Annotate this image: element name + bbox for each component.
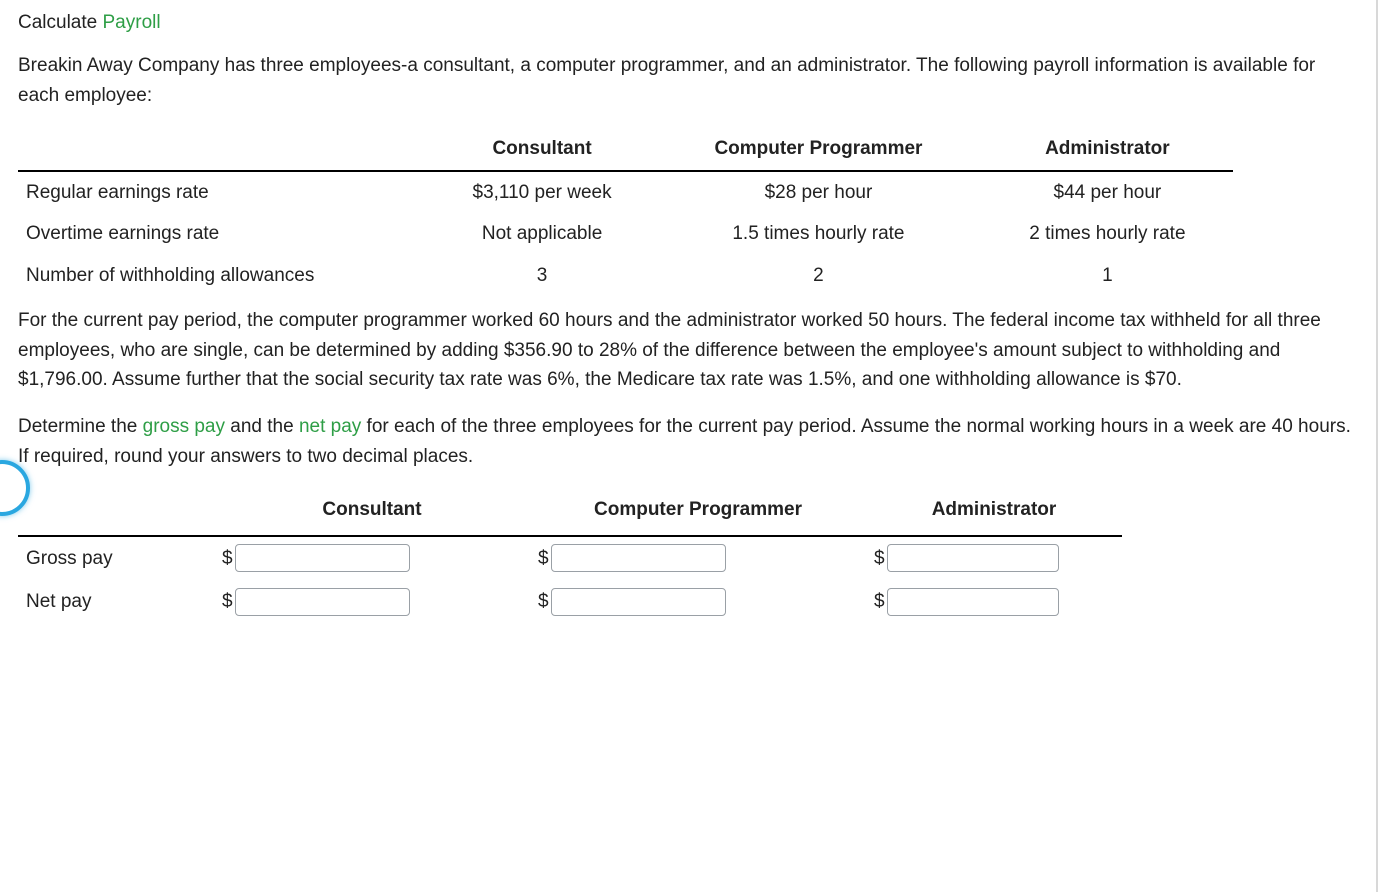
info-cell: Not applicable [429,213,655,254]
title-keyword: Payroll [103,12,161,33]
instruction-text: Determine the [18,416,143,437]
answer-row-gross-pay: Gross pay $ $ $ [18,536,1122,580]
money-cell: $ [874,587,1059,616]
info-cell: $28 per hour [655,171,982,213]
info-header-administrator: Administrator [982,128,1233,170]
currency-symbol: $ [222,587,233,616]
info-header-consultant: Consultant [429,128,655,170]
question-container: Calculate Payroll Breakin Away Company h… [0,0,1378,892]
info-row-overtime-earnings: Overtime earnings rate Not applicable 1.… [18,213,1233,254]
info-row-withholding-allowances: Number of withholding allowances 3 2 1 [18,255,1233,296]
gross-pay-programmer-input[interactable] [551,544,726,572]
answer-header-blank [18,489,214,535]
question-title: Calculate Payroll [18,8,1358,37]
instruction-paragraph: Determine the gross pay and the net pay … [18,412,1358,471]
info-cell: 1 [982,255,1233,296]
info-cell: 2 [655,255,982,296]
info-cell: 3 [429,255,655,296]
info-label: Number of withholding allowances [18,255,429,296]
instruction-keyword-net: net pay [299,416,361,437]
net-pay-programmer-input[interactable] [551,588,726,616]
gross-pay-consultant-input[interactable] [235,544,410,572]
money-cell: $ [538,587,726,616]
currency-symbol: $ [538,544,549,573]
info-cell: 1.5 times hourly rate [655,213,982,254]
money-cell: $ [222,544,410,573]
currency-symbol: $ [874,587,885,616]
currency-symbol: $ [874,544,885,573]
instruction-keyword-gross: gross pay [143,416,225,437]
info-cell: $3,110 per week [429,171,655,213]
details-paragraph: For the current pay period, the computer… [18,306,1358,394]
answer-header-administrator: Administrator [866,489,1122,535]
info-cell: $44 per hour [982,171,1233,213]
currency-symbol: $ [538,587,549,616]
answer-header-consultant: Consultant [214,489,530,535]
answer-header-programmer: Computer Programmer [530,489,866,535]
info-label: Overtime earnings rate [18,213,429,254]
answer-row-net-pay: Net pay $ $ $ [18,580,1122,623]
info-label: Regular earnings rate [18,171,429,213]
title-prefix: Calculate [18,12,103,33]
info-cell: 2 times hourly rate [982,213,1233,254]
money-cell: $ [874,544,1059,573]
net-pay-administrator-input[interactable] [887,588,1059,616]
info-header-blank [18,128,429,170]
info-row-regular-earnings: Regular earnings rate $3,110 per week $2… [18,171,1233,213]
answer-label: Gross pay [18,536,214,580]
net-pay-consultant-input[interactable] [235,588,410,616]
money-cell: $ [538,544,726,573]
instruction-text: and the [225,416,299,437]
gross-pay-administrator-input[interactable] [887,544,1059,572]
money-cell: $ [222,587,410,616]
payroll-info-table: Consultant Computer Programmer Administr… [18,128,1233,296]
currency-symbol: $ [222,544,233,573]
answer-table: Consultant Computer Programmer Administr… [18,489,1122,623]
info-header-programmer: Computer Programmer [655,128,982,170]
answer-label: Net pay [18,580,214,623]
intro-paragraph: Breakin Away Company has three employees… [18,51,1358,110]
